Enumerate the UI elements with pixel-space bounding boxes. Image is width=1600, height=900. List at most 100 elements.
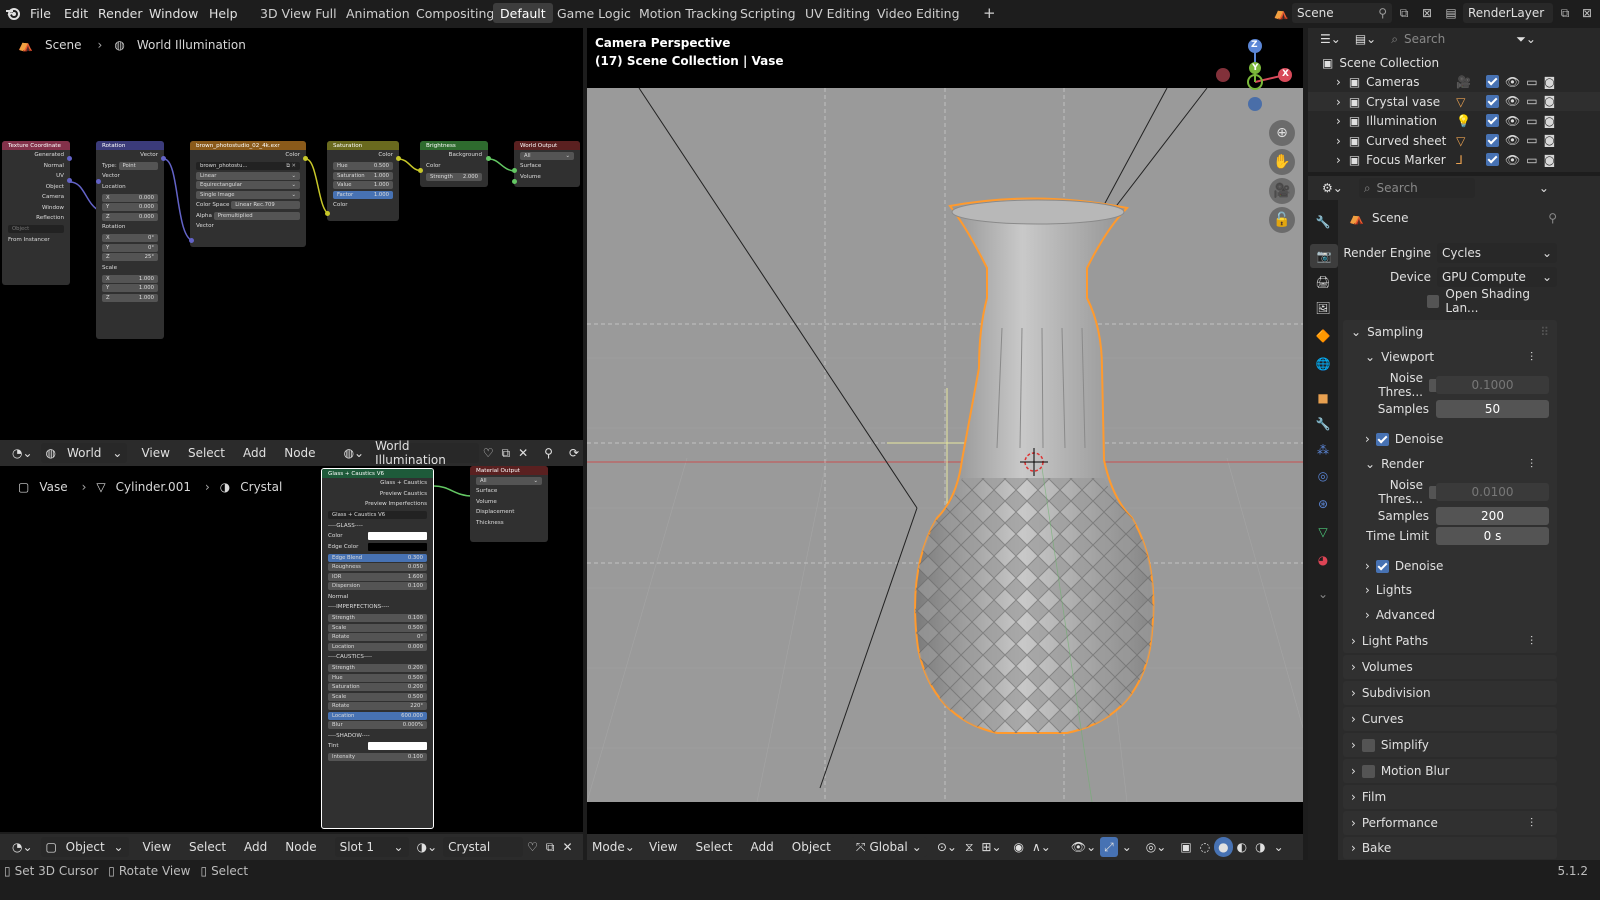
- chevron-right-icon[interactable]: ›: [1351, 660, 1356, 674]
- caus-rotate-field[interactable]: Rotate 220°: [328, 702, 427, 710]
- chevron-right-icon[interactable]: ›: [1351, 712, 1356, 726]
- pan-hand-icon[interactable]: ✋: [1269, 149, 1295, 175]
- outliner-root[interactable]: ▣ Scene Collection: [1308, 53, 1600, 72]
- workspace-tab-default[interactable]: Default: [493, 3, 553, 23]
- dispersion-field[interactable]: Dispersion 0.100: [328, 582, 427, 590]
- motion-blur-checkbox[interactable]: [1361, 764, 1375, 778]
- object-tab-icon[interactable]: ■: [1313, 388, 1333, 408]
- new-view-layer-icon[interactable]: ⧉: [1556, 4, 1574, 22]
- new-scene-icon[interactable]: ⧉: [1395, 4, 1413, 22]
- display-mode-icon[interactable]: ▤⌄: [1351, 29, 1380, 49]
- chevron-right-icon[interactable]: ›: [1336, 153, 1341, 167]
- exclude-checkbox[interactable]: [1486, 94, 1499, 108]
- output-tab-icon[interactable]: 🖨: [1313, 272, 1333, 292]
- editor-type-icon[interactable]: ◔⌄: [8, 837, 37, 857]
- monitor-icon[interactable]: ▭: [1526, 133, 1537, 147]
- presets-icon[interactable]: ⫶: [1530, 634, 1533, 649]
- lights-subpanel[interactable]: › Lights: [1343, 578, 1557, 602]
- node-brightness[interactable]: Brightness Background Color Strength 2.00…: [420, 141, 488, 187]
- material-tab-icon[interactable]: ◕: [1313, 550, 1333, 570]
- snap-icon[interactable]: ⧖: [961, 837, 977, 857]
- particles-tab-icon[interactable]: ⁂: [1313, 440, 1333, 460]
- caus-hue-field[interactable]: Hue 0.500: [328, 673, 427, 682]
- imp-location-field[interactable]: Location 0.000: [328, 642, 427, 651]
- workspace-tab-scripting[interactable]: Scripting: [733, 3, 803, 23]
- panel-simplify[interactable]: › Simplify: [1343, 733, 1557, 757]
- socket[interactable]: [418, 168, 423, 173]
- socket[interactable]: [67, 178, 72, 183]
- zoom-icon[interactable]: ⊕: [1269, 120, 1295, 146]
- color-space-dropdown[interactable]: Linear Rec.709: [231, 201, 300, 210]
- panel-bake[interactable]: › Bake: [1343, 837, 1557, 859]
- menu-object[interactable]: Object: [788, 837, 835, 857]
- rotation-z[interactable]: Z 25°: [102, 253, 158, 261]
- chevron-right-icon[interactable]: ›: [1351, 816, 1356, 830]
- socket[interactable]: [512, 179, 517, 184]
- view-layer-tab-icon[interactable]: 🖼: [1313, 298, 1333, 318]
- world-browse-icon[interactable]: ◍⌄: [340, 443, 369, 463]
- eye-icon[interactable]: 👁: [1505, 94, 1520, 108]
- navigation-gizmo[interactable]: [1203, 34, 1293, 120]
- node-material-output[interactable]: Material Output All ⌄ Surface Volume Disp…: [470, 466, 548, 542]
- menu-view[interactable]: View: [139, 837, 175, 857]
- source-dropdown[interactable]: Single Image ⌄: [196, 190, 300, 199]
- pin-icon[interactable]: ⚲: [1378, 6, 1387, 20]
- blender-logo-icon[interactable]: [4, 4, 22, 22]
- ior-field[interactable]: IOR 1.600: [328, 572, 427, 581]
- workspace-tab-motion-tracking[interactable]: Motion Tracking: [632, 3, 744, 23]
- panel-subdivision[interactable]: › Subdivision: [1343, 681, 1557, 705]
- snap-target-icon[interactable]: ⊞⌄: [977, 837, 1005, 857]
- chevron-right-icon[interactable]: ›: [1351, 686, 1356, 700]
- material-node-editor[interactable]: ▢ Vase › ▽ Cylinder.001 › ◑ Crystal Glas…: [0, 466, 583, 832]
- visibility-icon[interactable]: 👁⌄: [1067, 837, 1100, 857]
- r-samples-field[interactable]: 200: [1436, 507, 1549, 525]
- chevron-right-icon[interactable]: ›: [1336, 114, 1341, 128]
- scene-selector[interactable]: Scene ⚲: [1292, 3, 1392, 23]
- panel-light-paths[interactable]: › Light Paths ⫶: [1343, 629, 1557, 653]
- menu-window[interactable]: Window: [149, 6, 198, 21]
- monitor-icon[interactable]: ▭: [1526, 153, 1537, 167]
- outliner-search[interactable]: ⌕ Search: [1386, 29, 1497, 49]
- exclude-checkbox[interactable]: [1486, 114, 1499, 127]
- constraints-tab-icon[interactable]: ⊛: [1313, 494, 1333, 514]
- monitor-icon[interactable]: ▭: [1526, 94, 1537, 108]
- pin-icon[interactable]: ⚲: [1548, 211, 1557, 225]
- socket[interactable]: [325, 211, 330, 216]
- caus-saturation-field[interactable]: Saturation 0.200: [328, 683, 427, 691]
- r-noise-threshold-field[interactable]: 0.0100: [1436, 483, 1549, 501]
- target-dropdown[interactable]: All ⌄: [520, 151, 574, 160]
- editor-type-icon[interactable]: ◔⌄: [8, 443, 37, 463]
- socket[interactable]: [396, 156, 401, 161]
- menu-view[interactable]: View: [137, 443, 173, 463]
- gizmo-toggle-icon[interactable]: ⤢: [1100, 837, 1118, 857]
- from-instancer-checkbox[interactable]: From Instancer: [2, 235, 70, 246]
- rotation-y[interactable]: Y 0°: [102, 243, 158, 252]
- camera-view-icon[interactable]: 🎥: [1269, 178, 1295, 204]
- workspace-tab-animation[interactable]: Animation: [339, 3, 417, 23]
- node-rotation[interactable]: Rotation Vector Type: Point Vector Locat…: [96, 141, 164, 339]
- xray-icon[interactable]: ▣: [1176, 837, 1195, 857]
- menu-render[interactable]: Render: [98, 6, 143, 21]
- chevron-down-icon[interactable]: ⌄: [1351, 325, 1361, 339]
- orientation-dropdown[interactable]: ⤧ Global ⌄: [850, 837, 927, 857]
- modifier-tab-icon[interactable]: 🔧: [1313, 414, 1333, 434]
- render-camera-icon[interactable]: ◙: [1544, 133, 1556, 147]
- type-dropdown[interactable]: Point: [118, 161, 158, 170]
- projection-dropdown[interactable]: Equirectangular ⌄: [196, 181, 300, 189]
- outliner[interactable]: ☰⌄ ▤⌄ ⌕ Search ⏷⌄ ▣ Scene Collection › ▣ Cam…: [1308, 28, 1600, 172]
- presets-icon[interactable]: ⫶: [1530, 457, 1533, 472]
- exclude-checkbox[interactable]: [1486, 133, 1499, 147]
- monitor-icon[interactable]: ▭: [1526, 75, 1537, 89]
- menu-help[interactable]: Help: [209, 6, 238, 21]
- chevron-right-icon[interactable]: ›: [1336, 75, 1341, 89]
- workspace-tab-game-logic[interactable]: Game Logic: [550, 3, 638, 23]
- scale-z[interactable]: Z 1.000: [102, 293, 158, 302]
- pin-icon[interactable]: ⚲: [540, 443, 557, 463]
- chevron-down-icon[interactable]: ⌄: [1365, 350, 1375, 364]
- chevron-down-icon[interactable]: ⌄: [1313, 584, 1333, 604]
- scene-icon[interactable]: ⛺: [1270, 4, 1292, 22]
- eye-icon[interactable]: 👁: [1505, 153, 1520, 167]
- caus-blur-field[interactable]: Blur 0.000%: [328, 721, 427, 729]
- workspace-tab-video-editing[interactable]: Video Editing: [870, 3, 967, 23]
- workspace-tab-uv-editing[interactable]: UV Editing: [798, 3, 877, 23]
